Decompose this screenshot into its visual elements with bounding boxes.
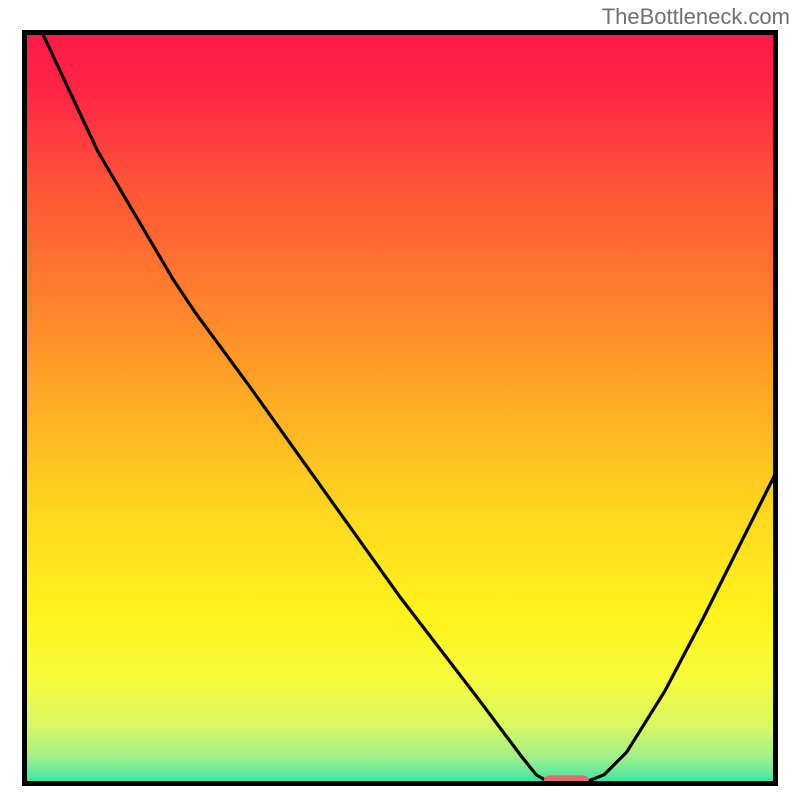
axes-frame-top [22, 30, 778, 786]
watermark-text: TheBottleneck.com [602, 4, 790, 30]
